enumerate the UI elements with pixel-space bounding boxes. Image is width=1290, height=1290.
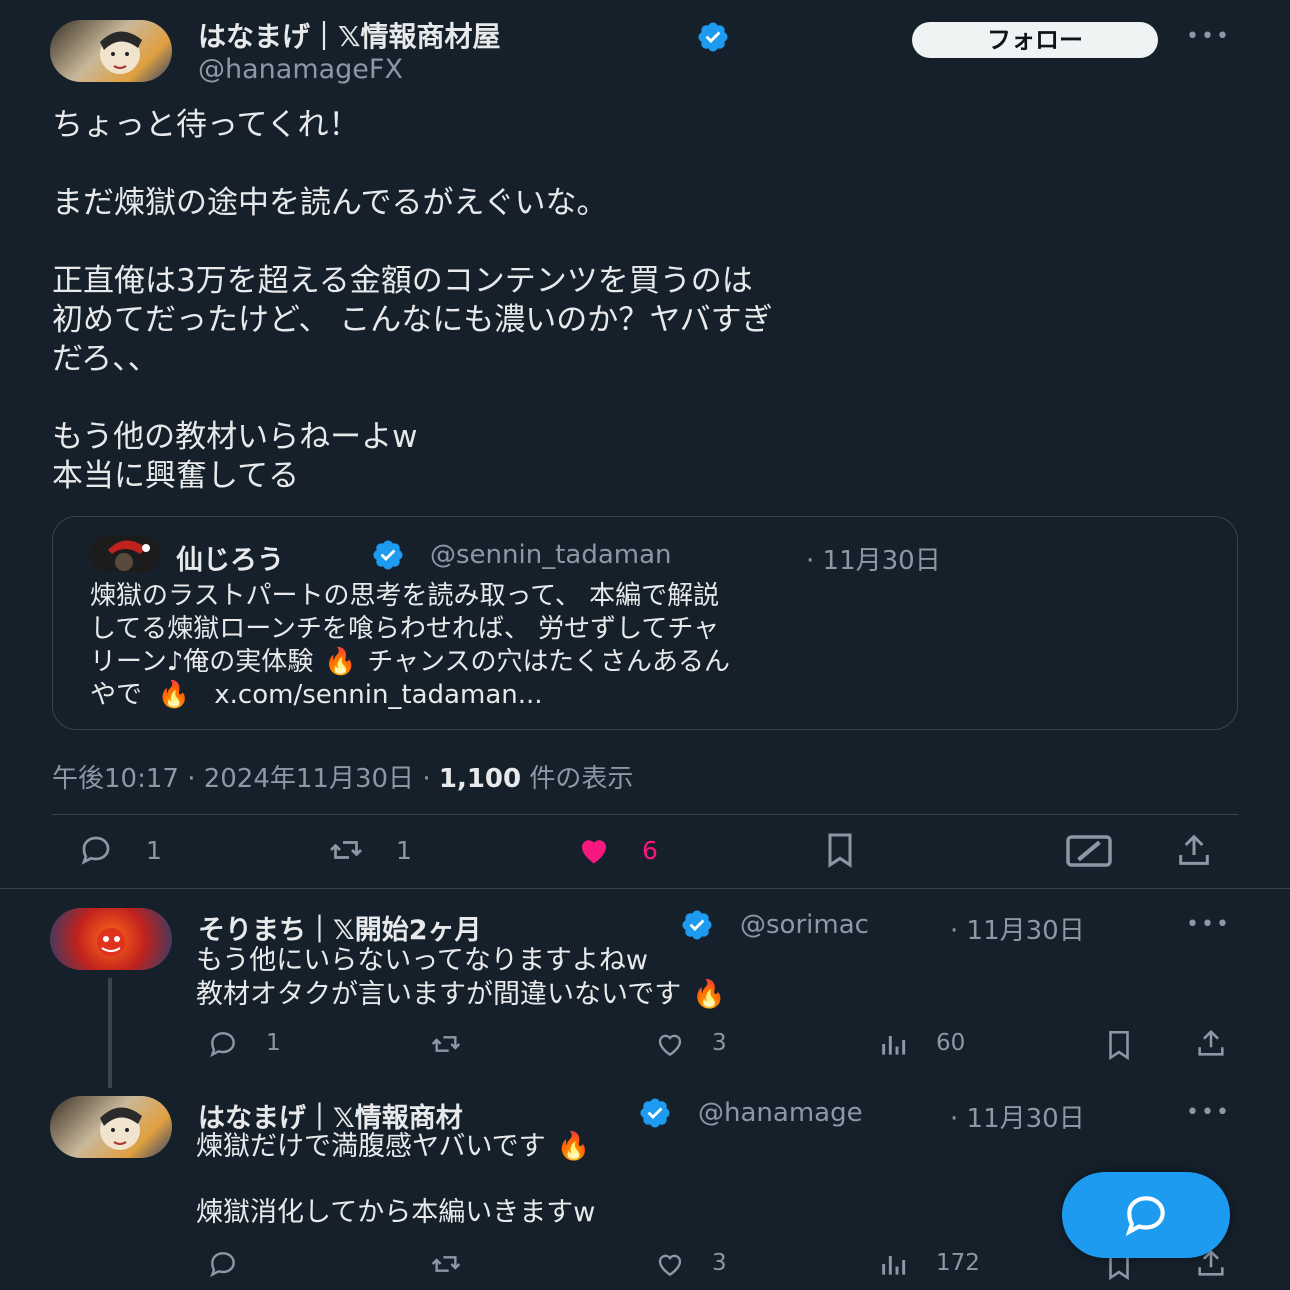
reply-avatar[interactable] [50, 1096, 172, 1158]
reply-text: もう他にいらないってなりますよねw 教材オタクが言いますが間違いないです 🔥 [196, 944, 737, 1012]
tweet-meta: 午後10:17 · 2024年11月30日 · 1,100 件の表示 [52, 758, 633, 795]
reply-text: 煉獄だけで満腹感ヤバいです 🔥 煉獄消化してから本編いきますw [196, 1130, 602, 1230]
view-label: 件の表示 [529, 764, 634, 794]
bookmark-icon[interactable] [814, 830, 866, 870]
like-button[interactable]: 6 [564, 832, 658, 868]
views-icon[interactable] [870, 1248, 916, 1280]
views-count: 60 [936, 1030, 966, 1056]
reply-actions: 1 3 60 [198, 1026, 1238, 1066]
reply-author-handle[interactable]: @sorimac [740, 910, 938, 940]
reply-more-button[interactable]: ••• [1186, 1100, 1231, 1125]
tweet-line: 本当に興奮してる [52, 458, 300, 494]
reply-icon [66, 832, 126, 868]
reply-more-button[interactable]: ••• [1186, 912, 1231, 937]
tweet-line: ちょっと待ってくれ！ [52, 107, 360, 143]
tweet-line: 初めてだったけど、 こんなにも濃いのか？ヤバすぎ [52, 302, 773, 338]
heart-icon[interactable] [644, 1028, 696, 1060]
reply-date[interactable]: · 11月30日 [950, 1098, 1085, 1135]
retweet-button[interactable]: 1 [312, 832, 412, 868]
reply-actions: 3 172 [198, 1246, 1238, 1286]
reply-line: 煉獄消化してから本編いきますw [196, 1197, 596, 1228]
share-icon[interactable] [1186, 1026, 1236, 1060]
like-count: 3 [712, 1030, 727, 1056]
divider [52, 814, 1238, 815]
floating-reply-button[interactable] [1062, 1172, 1230, 1258]
reply-author-handle[interactable]: @hanamage [698, 1098, 938, 1128]
verified-badge-icon [630, 1096, 670, 1130]
quote-author-handle[interactable]: @sennin_tadaman [430, 540, 672, 570]
more-options-button[interactable]: ••• [1186, 24, 1231, 49]
heart-icon [564, 832, 624, 868]
reply-line: もう他にいらないってなりますよねw [196, 945, 648, 976]
tweet-line: まだ煉獄の途中を読んでるがえぐいな。 [52, 185, 608, 221]
verified-badge-icon [672, 908, 712, 942]
tweet-timestamp[interactable]: 午後10:17 · 2024年11月30日 · [52, 764, 431, 794]
tweet-text: ちょっと待ってくれ！ まだ煉獄の途中を読んでるがえぐいな。 正直俺は3万を超える… [52, 106, 773, 496]
retweet-icon [312, 832, 380, 868]
tweet-line: だろ、、 [52, 341, 159, 377]
retweet-icon[interactable] [418, 1028, 474, 1060]
heart-icon[interactable] [644, 1248, 696, 1280]
quote-date[interactable]: · 11月30日 [806, 540, 941, 577]
like-count: 3 [712, 1250, 727, 1276]
views-count: 172 [936, 1250, 980, 1276]
quote-avatar[interactable] [90, 536, 160, 572]
divider [0, 888, 1290, 889]
quote-line: してる煉獄ローンチを喰らわせれば、 労せずしてチャ [90, 614, 720, 644]
quote-author-name[interactable]: 仙じろう [176, 538, 284, 577]
quote-line: やで [90, 680, 143, 710]
reply-icon[interactable] [198, 1028, 248, 1060]
reply-count: 1 [266, 1030, 281, 1056]
reply-date[interactable]: · 11月30日 [950, 910, 1085, 947]
follow-button[interactable]: フォロー [912, 22, 1158, 58]
retweet-icon[interactable] [418, 1248, 474, 1280]
fire-emoji-icon: 🔥 [556, 1131, 591, 1162]
compose-icon [1114, 1190, 1178, 1240]
quote-line: チャンスの穴はたくさんあるん [367, 647, 730, 677]
like-count: 6 [642, 835, 658, 865]
quote-link[interactable]: x.com/sennin_tadaman... [214, 680, 542, 710]
reply-icon[interactable] [198, 1248, 248, 1280]
author-handle[interactable]: @hanamageFX [198, 54, 403, 85]
reply-count: 1 [146, 835, 162, 865]
reply-line: 煉獄だけで満腹感ヤバいです [196, 1131, 546, 1162]
reply-avatar[interactable] [50, 908, 172, 970]
retweet-count: 1 [396, 835, 412, 865]
author-avatar[interactable] [50, 20, 172, 82]
verified-badge-icon [364, 538, 403, 572]
author-name[interactable]: はなまげ｜𝕏情報商材屋 [198, 20, 501, 54]
grok-icon[interactable] [1058, 830, 1120, 872]
quote-text: 煉獄のラストパートの思考を読み取って、 本編で解説 してる煉獄ローンチを喰らわせ… [90, 580, 730, 712]
bookmark-icon[interactable] [1096, 1028, 1142, 1062]
fire-emoji-icon: 🔥 [692, 979, 727, 1010]
views-icon[interactable] [870, 1028, 916, 1060]
fire-emoji-icon: 🔥 [157, 680, 191, 710]
tweet-line: 正直俺は3万を超える金額のコンテンツを買うのは [52, 263, 753, 299]
reply-button[interactable]: 1 [66, 832, 162, 868]
reply-line: 教材オタクが言いますが間違いないです [196, 979, 682, 1010]
reply-author-name[interactable]: そりまち｜𝕏開始2ヶ月 [198, 908, 482, 947]
verified-badge-icon [692, 20, 728, 54]
share-icon[interactable] [1166, 830, 1222, 870]
fire-emoji-icon: 🔥 [324, 647, 357, 677]
quote-line: 煉獄のラストパートの思考を読み取って、 本編で解説 [90, 581, 720, 611]
tweet-line: もう他の教材いらねーよw [52, 419, 418, 455]
thread-line [108, 978, 112, 1088]
quote-line: リーン♪俺の実体験 [90, 647, 314, 677]
view-count: 1,100 [438, 764, 522, 794]
